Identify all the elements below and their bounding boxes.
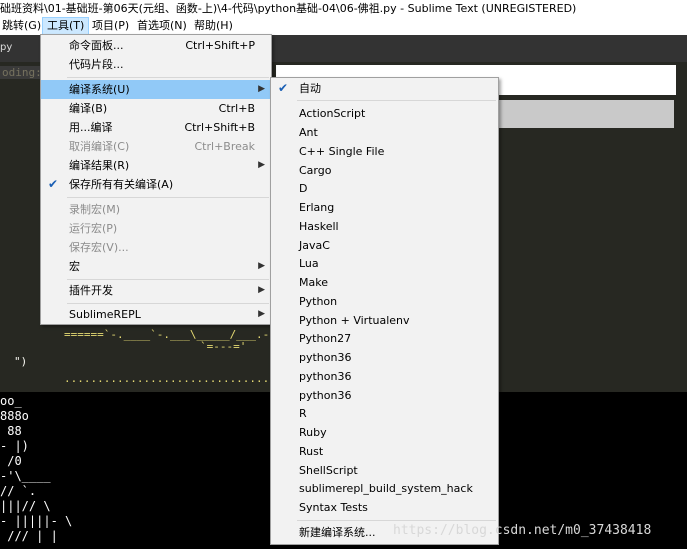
- chevron-right-icon: ▶: [258, 261, 265, 271]
- build-option[interactable]: JavaC: [271, 236, 498, 255]
- build-option[interactable]: Syntax Tests: [271, 498, 498, 517]
- console-line: oo_: [0, 394, 22, 408]
- window-title: 础班资料\01-基础班-第06天(元组、函数-上)\4-代码\python基础-…: [0, 0, 687, 17]
- code-line: "): [14, 355, 28, 368]
- build-option[interactable]: R: [271, 404, 498, 423]
- build-option[interactable]: sublimerepl_build_system_hack: [271, 479, 498, 498]
- build-option[interactable]: Python + Virtualenv: [271, 311, 498, 330]
- menu-item-cancel-build[interactable]: 取消编译(C) Ctrl+Break: [41, 137, 271, 156]
- console-line: - |): [0, 439, 29, 453]
- menu-project[interactable]: 项目(P): [88, 17, 133, 35]
- console-line: - |||||- \: [0, 514, 73, 528]
- menu-item-save-all-on-build[interactable]: ✔ 保存所有有关编译(A): [41, 175, 271, 194]
- build-option[interactable]: C++ Single File: [271, 142, 498, 161]
- menu-separator: [67, 303, 269, 304]
- menu-item-command-palette[interactable]: 命令面板... Ctrl+Shift+P: [41, 36, 271, 55]
- menu-item-build[interactable]: 编译(B) Ctrl+B: [41, 99, 271, 118]
- console-line: 888o: [0, 409, 29, 423]
- console-line: /// | |: [0, 529, 58, 543]
- build-option[interactable]: ActionScript: [271, 104, 498, 123]
- menu-separator: [297, 520, 496, 521]
- tools-menu: 命令面板... Ctrl+Shift+P 代码片段... 编译系统(U) ▶ 编…: [40, 34, 272, 325]
- build-option[interactable]: python36: [271, 367, 498, 386]
- checkmark-icon: ✔: [48, 177, 59, 191]
- build-option[interactable]: Ant: [271, 123, 498, 142]
- chevron-right-icon: ▶: [258, 84, 265, 94]
- build-option[interactable]: python36: [271, 348, 498, 367]
- code-line: oding:: [0, 66, 44, 79]
- build-option[interactable]: python36: [271, 386, 498, 405]
- build-option[interactable]: D: [271, 179, 498, 198]
- checkmark-icon: ✔: [278, 81, 289, 95]
- menu-bar: 跳转(G) 工具(T) 项目(P) 首选项(N) 帮助(H): [0, 17, 687, 35]
- build-option[interactable]: Python27: [271, 329, 498, 348]
- watermark: https://blog.csdn.net/m0_37438418: [393, 523, 652, 538]
- build-option[interactable]: Make: [271, 273, 498, 292]
- console-line: // `.: [0, 484, 37, 498]
- menu-item-snippets[interactable]: 代码片段...: [41, 55, 271, 74]
- build-option[interactable]: Haskell: [271, 217, 498, 236]
- menu-separator: [297, 100, 496, 101]
- menu-separator: [67, 197, 269, 198]
- file-tab[interactable]: py: [0, 42, 12, 53]
- build-option[interactable]: Lua: [271, 254, 498, 273]
- menu-separator: [67, 77, 269, 78]
- menu-tools[interactable]: 工具(T): [42, 17, 90, 35]
- console-line: 88: [0, 424, 22, 438]
- menu-separator: [67, 279, 269, 280]
- console-line: |||// \: [0, 499, 51, 513]
- menu-item-build-results[interactable]: 编译结果(R) ▶: [41, 156, 271, 175]
- chevron-right-icon: ▶: [258, 285, 265, 295]
- menu-goto[interactable]: 跳转(G): [0, 17, 45, 35]
- build-option[interactable]: Erlang: [271, 198, 498, 217]
- menu-item-build-system[interactable]: 编译系统(U) ▶: [41, 80, 271, 99]
- menu-item-macros[interactable]: 宏 ▶: [41, 257, 271, 276]
- build-system-submenu: ✔ 自动 ActionScript Ant C++ Single File Ca…: [270, 77, 499, 545]
- chevron-right-icon: ▶: [258, 160, 265, 170]
- console-line: -'\____: [0, 469, 51, 483]
- menu-item-record-macro[interactable]: 录制宏(M): [41, 200, 271, 219]
- build-option[interactable]: Cargo: [271, 161, 498, 180]
- build-option[interactable]: Rust: [271, 442, 498, 461]
- menu-item-developer[interactable]: 插件开发 ▶: [41, 281, 271, 300]
- chevron-right-icon: ▶: [258, 309, 265, 319]
- code-line: ...................................: [64, 372, 296, 385]
- menu-help[interactable]: 帮助(H): [190, 17, 237, 35]
- menu-item-build-with[interactable]: 用...编译 Ctrl+Shift+B: [41, 118, 271, 137]
- code-line: `=---=': [200, 340, 247, 353]
- menu-preferences[interactable]: 首选项(N): [133, 17, 191, 35]
- menu-item-sublimerepl[interactable]: SublimeREPL ▶: [41, 305, 271, 324]
- menu-item-save-macro[interactable]: 保存宏(V)...: [41, 238, 271, 257]
- menu-item-playback-macro[interactable]: 运行宏(P): [41, 219, 271, 238]
- build-option[interactable]: Ruby: [271, 423, 498, 442]
- console-line: /0: [0, 454, 22, 468]
- build-option-automatic[interactable]: ✔ 自动: [271, 79, 498, 98]
- build-option[interactable]: Python: [271, 292, 498, 311]
- build-option[interactable]: ShellScript: [271, 461, 498, 480]
